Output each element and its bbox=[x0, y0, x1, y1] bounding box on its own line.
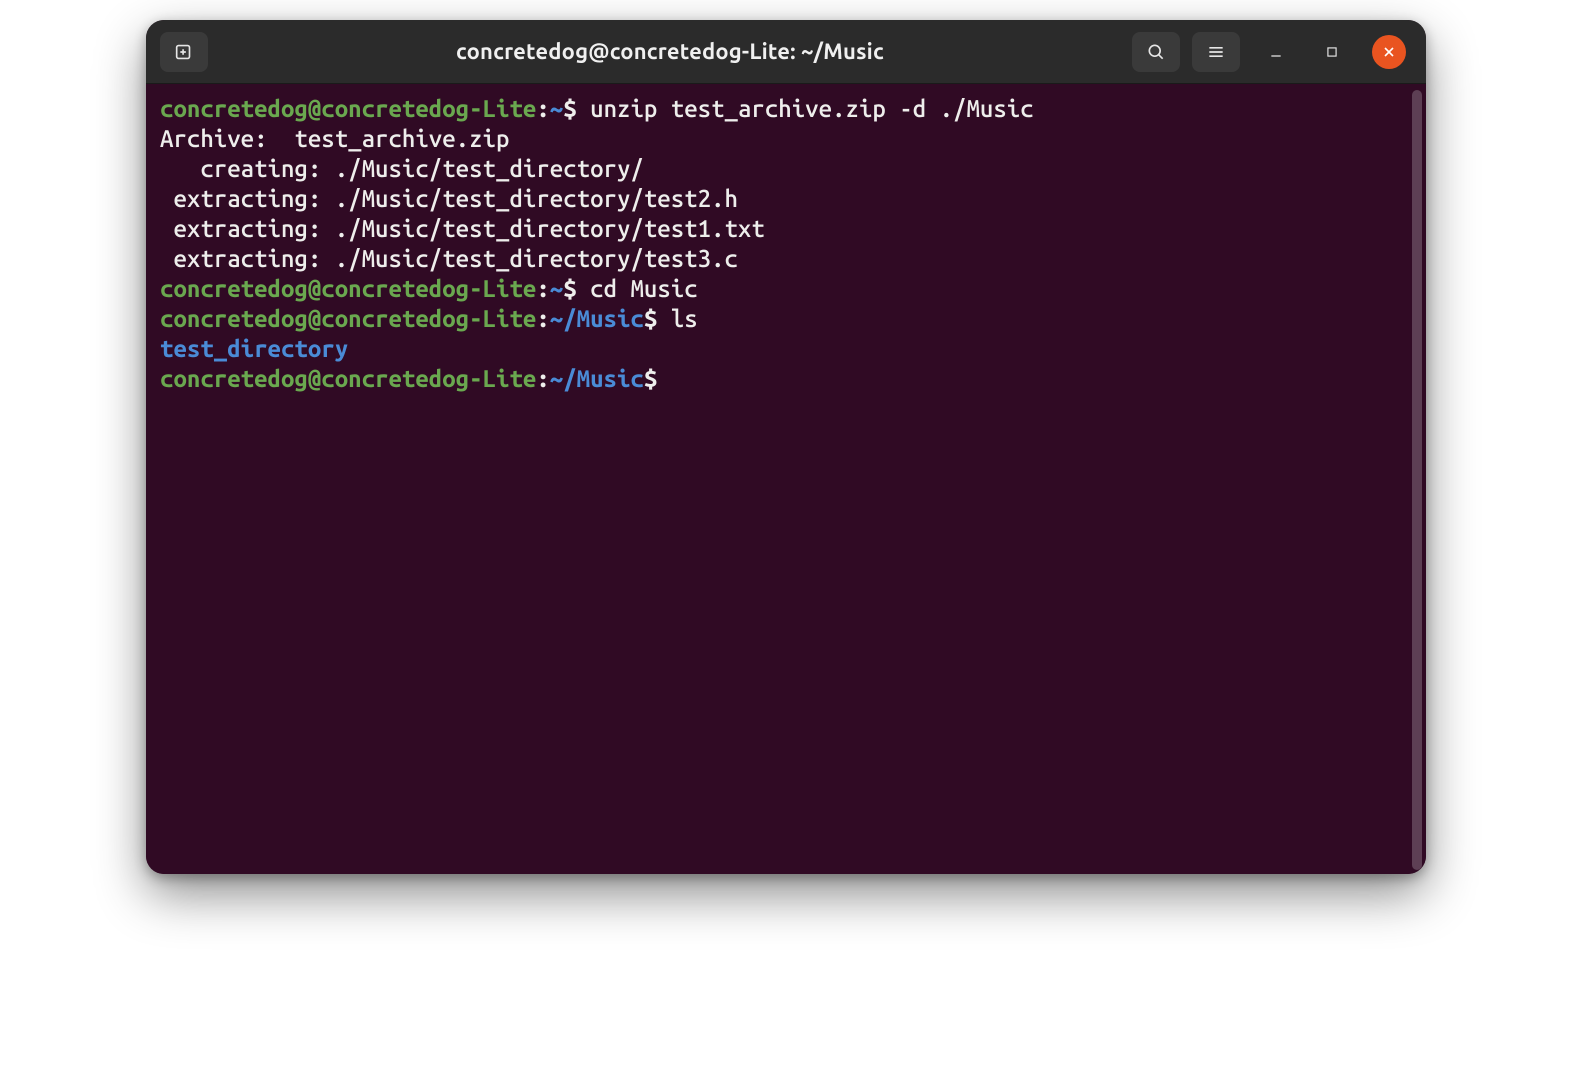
new-tab-button[interactable] bbox=[160, 32, 208, 72]
window-controls bbox=[1252, 35, 1412, 69]
window-title: concretedog@concretedog-Lite: ~/Music bbox=[220, 39, 1120, 64]
titlebar: concretedog@concretedog-Lite: ~/Music bbox=[146, 20, 1426, 84]
maximize-button[interactable] bbox=[1316, 36, 1348, 68]
terminal-viewport[interactable]: concretedog@concretedog-Lite:~$ unzip te… bbox=[146, 84, 1426, 874]
minimize-button[interactable] bbox=[1260, 36, 1292, 68]
terminal-content: concretedog@concretedog-Lite:~$ unzip te… bbox=[160, 94, 1412, 394]
close-button[interactable] bbox=[1372, 35, 1406, 69]
terminal-window: concretedog@concretedog-Lite: ~/Music bbox=[146, 20, 1426, 874]
search-button[interactable] bbox=[1132, 32, 1180, 72]
scrollbar[interactable] bbox=[1412, 90, 1422, 870]
menu-button[interactable] bbox=[1192, 32, 1240, 72]
